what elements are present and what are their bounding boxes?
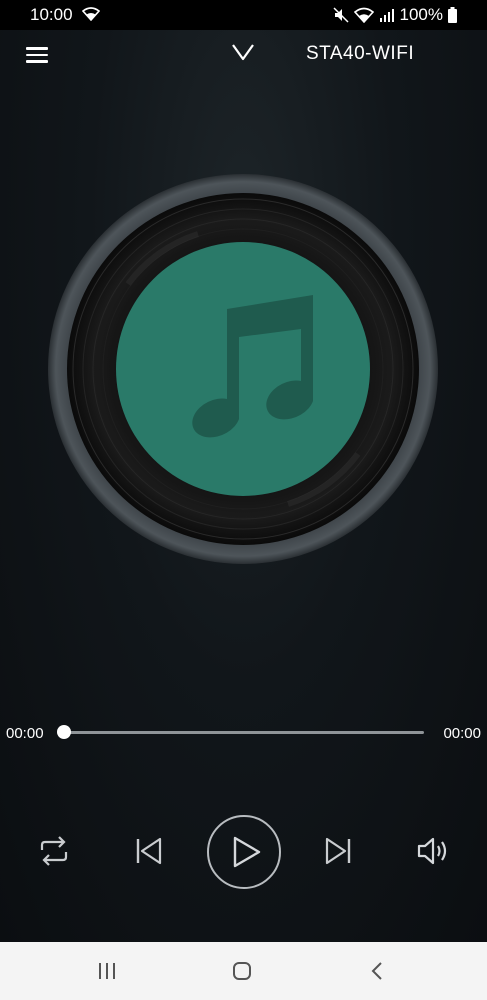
status-icons: 100% [332,5,457,25]
cell-signal-icon [379,9,394,22]
back-icon[interactable] [370,961,384,981]
seek-bar[interactable] [64,731,424,734]
current-time: 00:00 [6,725,44,742]
app-bar: STA40-WIFI [0,30,487,80]
skip-previous-icon[interactable] [135,836,163,866]
device-name[interactable]: STA40-WIFI [306,43,414,65]
menu-icon[interactable] [26,47,48,63]
system-nav-bar [0,942,487,1000]
volume-icon[interactable] [416,835,450,867]
play-button[interactable] [206,814,282,890]
wifi-icon [82,7,100,21]
status-time: 10:00 [30,5,73,24]
wifi-signal-icon [353,7,374,23]
mute-icon [332,7,349,23]
music-note-icon [192,295,313,438]
home-icon[interactable] [232,961,252,981]
status-bar: 10:00 100% [0,0,487,30]
battery-percent: 100% [399,5,443,24]
skip-next-icon[interactable] [324,836,352,866]
total-time: 00:00 [443,725,481,742]
battery-icon [448,7,457,23]
seek-thumb[interactable] [57,725,71,739]
repeat-icon[interactable] [38,836,70,866]
chevron-down-icon[interactable] [231,42,255,62]
recent-apps-icon[interactable] [97,962,117,980]
play-icon [233,836,261,868]
album-art-disc [48,174,438,564]
